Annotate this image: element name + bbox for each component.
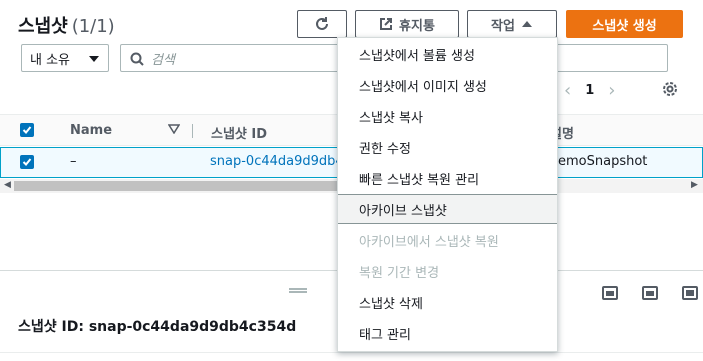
chevron-down-icon: [89, 56, 99, 62]
menu-item-create-image[interactable]: 스냅샷에서 이미지 생성: [338, 70, 557, 100]
refresh-button[interactable]: [297, 10, 347, 38]
page-title: 스냅샷 (1/1): [18, 12, 115, 38]
cell-name: –: [70, 154, 77, 169]
menu-item-delete-snapshot[interactable]: 스냅샷 삭제: [338, 287, 557, 317]
external-link-icon: [380, 18, 393, 30]
select-all-checkbox[interactable]: [20, 123, 34, 137]
menu-item-create-volume[interactable]: 스냅샷에서 볼륨 생성: [338, 39, 557, 69]
cell-description: emoSnapshot: [558, 154, 648, 169]
pagination: ‹ 1 ›: [564, 80, 644, 101]
scrollbar-thumb[interactable]: [14, 181, 342, 191]
menu-item-change-restore-period: 복원 기간 변경: [359, 265, 440, 281]
actions-dropdown-menu: 스냅샷에서 볼륨 생성 스냅샷에서 이미지 생성 스냅샷 복사 권한 수정 빠른…: [337, 37, 558, 352]
row-checkbox[interactable]: [20, 155, 34, 169]
sort-down-icon[interactable]: [168, 124, 180, 134]
recycle-bin-button[interactable]: 휴지통: [355, 10, 459, 38]
recycle-bin-label: 휴지통: [399, 18, 435, 34]
actions-label: 작업: [491, 18, 515, 34]
check-icon: [22, 126, 32, 134]
chevron-left-icon[interactable]: ‹: [564, 80, 571, 101]
drag-handle-icon[interactable]: [289, 288, 307, 293]
cell-snapshot-id-link[interactable]: snap-0c44da9d9db4: [210, 154, 344, 169]
chevron-right-icon[interactable]: ›: [608, 80, 615, 101]
menu-item-manage-tags[interactable]: 태그 관리: [338, 318, 557, 348]
create-snapshot-button[interactable]: 스냅샷 생성: [566, 10, 683, 38]
actions-button[interactable]: 작업: [467, 10, 557, 38]
scroll-right-arrow-icon[interactable]: ▶: [691, 180, 698, 190]
column-divider[interactable]: [192, 124, 193, 138]
owner-filter-value: 내 소유: [30, 52, 71, 68]
detail-title: 스냅샷 ID: snap-0c44da9d9db4c354d: [18, 319, 297, 335]
detail-tabs: [0, 352, 703, 361]
page-number[interactable]: 1: [585, 83, 594, 98]
menu-item-fast-snapshot-restore[interactable]: 빠른 스냅샷 복원 관리: [338, 163, 557, 193]
search-placeholder: 검색: [151, 52, 175, 68]
scroll-left-arrow-icon[interactable]: ◀: [4, 180, 11, 190]
menu-item-modify-permissions[interactable]: 권한 수정: [338, 132, 557, 162]
selection-count: (1/1): [71, 16, 115, 37]
caret-up-icon: [521, 21, 532, 27]
page-title-text: 스냅샷: [18, 16, 68, 37]
panel-hide-icon[interactable]: [682, 286, 698, 300]
panel-side-icon[interactable]: [642, 286, 658, 300]
panel-bottom-icon[interactable]: [602, 286, 618, 300]
search-icon: [130, 52, 144, 66]
menu-item-restore-from-archive: 아카이브에서 스냅샷 복원: [359, 234, 499, 250]
refresh-icon: [316, 17, 328, 30]
gear-icon[interactable]: [661, 80, 679, 98]
create-snapshot-label: 스냅샷 생성: [592, 18, 657, 34]
check-icon: [22, 158, 32, 166]
menu-item-copy-snapshot[interactable]: 스냅샷 복사: [338, 101, 557, 131]
column-header-snapshot-id[interactable]: 스냅샷 ID: [211, 123, 267, 142]
column-header-name[interactable]: Name: [70, 123, 112, 138]
menu-item-archive-snapshot[interactable]: 아카이브 스냅샷: [338, 194, 557, 224]
owner-filter-select[interactable]: 내 소유: [21, 44, 109, 72]
